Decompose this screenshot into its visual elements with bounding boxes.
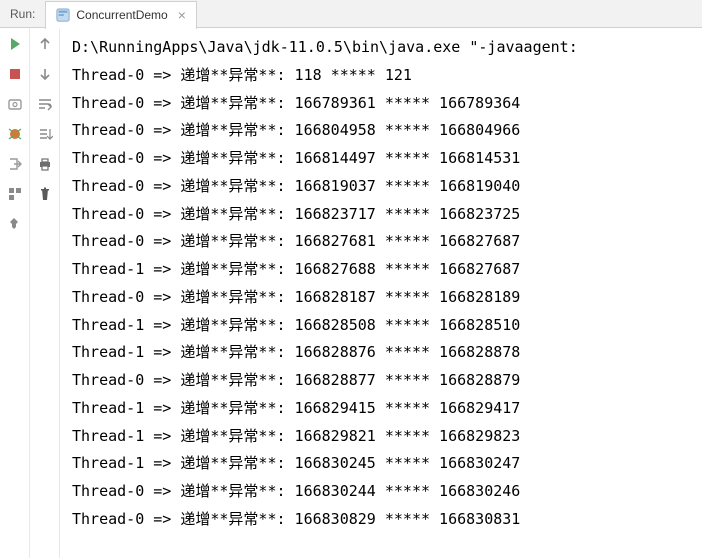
run-tool-window-header: Run: ConcurrentDemo × bbox=[0, 0, 702, 28]
scroll-up-icon[interactable] bbox=[37, 36, 53, 52]
output-line: Thread-1 => 递增**异常**: 166828508 ***** 16… bbox=[72, 312, 692, 340]
soft-wrap-icon[interactable] bbox=[37, 96, 53, 112]
output-line: Thread-0 => 递增**异常**: 166819037 ***** 16… bbox=[72, 173, 692, 201]
dump-threads-icon[interactable] bbox=[7, 96, 23, 112]
tab-label: ConcurrentDemo bbox=[76, 8, 167, 22]
print-icon[interactable] bbox=[37, 156, 53, 172]
run-config-icon bbox=[56, 8, 70, 22]
clear-all-icon[interactable] bbox=[37, 186, 53, 202]
rerun-button[interactable] bbox=[7, 36, 23, 52]
output-line: Thread-0 => 递增**异常**: 166814497 ***** 16… bbox=[72, 145, 692, 173]
run-label: Run: bbox=[0, 7, 45, 21]
scroll-down-icon[interactable] bbox=[37, 66, 53, 82]
output-line: Thread-1 => 递增**异常**: 166828876 ***** 16… bbox=[72, 339, 692, 367]
output-line: Thread-0 => 递增**异常**: 166789361 ***** 16… bbox=[72, 90, 692, 118]
left-gutter-secondary bbox=[30, 28, 60, 558]
output-line: Thread-0 => 递增**异常**: 166823717 ***** 16… bbox=[72, 201, 692, 229]
output-line: Thread-0 => 递增**异常**: 166828877 ***** 16… bbox=[72, 367, 692, 395]
pin-icon[interactable] bbox=[7, 216, 23, 232]
stop-button[interactable] bbox=[7, 66, 23, 82]
scroll-to-end-icon[interactable] bbox=[37, 126, 53, 142]
output-line: Thread-1 => 递增**异常**: 166830245 ***** 16… bbox=[72, 450, 692, 478]
exit-icon[interactable] bbox=[7, 156, 23, 172]
output-line: Thread-0 => 递增**异常**: 166804958 ***** 16… bbox=[72, 117, 692, 145]
output-line: Thread-1 => 递增**异常**: 166829821 ***** 16… bbox=[72, 423, 692, 451]
close-icon[interactable]: × bbox=[178, 8, 186, 22]
layout-icon[interactable] bbox=[7, 186, 23, 202]
output-line: Thread-1 => 递增**异常**: 166827688 ***** 16… bbox=[72, 256, 692, 284]
debug-break-icon[interactable] bbox=[7, 126, 23, 142]
command-line: D:\RunningApps\Java\jdk-11.0.5\bin\java.… bbox=[72, 34, 692, 62]
output-line: Thread-0 => 递增**异常**: 166828187 ***** 16… bbox=[72, 284, 692, 312]
tab-concurrentdemo[interactable]: ConcurrentDemo × bbox=[45, 1, 197, 29]
output-line: Thread-1 => 递增**异常**: 166829415 ***** 16… bbox=[72, 395, 692, 423]
left-gutter-primary bbox=[0, 28, 30, 558]
output-line: Thread-0 => 递增**异常**: 166830829 ***** 16… bbox=[72, 506, 692, 534]
main-area: D:\RunningApps\Java\jdk-11.0.5\bin\java.… bbox=[0, 28, 702, 558]
output-line: Thread-0 => 递增**异常**: 166830244 ***** 16… bbox=[72, 478, 692, 506]
console-output[interactable]: D:\RunningApps\Java\jdk-11.0.5\bin\java.… bbox=[60, 28, 702, 558]
output-line: Thread-0 => 递增**异常**: 118 ***** 121 bbox=[72, 62, 692, 90]
output-line: Thread-0 => 递增**异常**: 166827681 ***** 16… bbox=[72, 228, 692, 256]
